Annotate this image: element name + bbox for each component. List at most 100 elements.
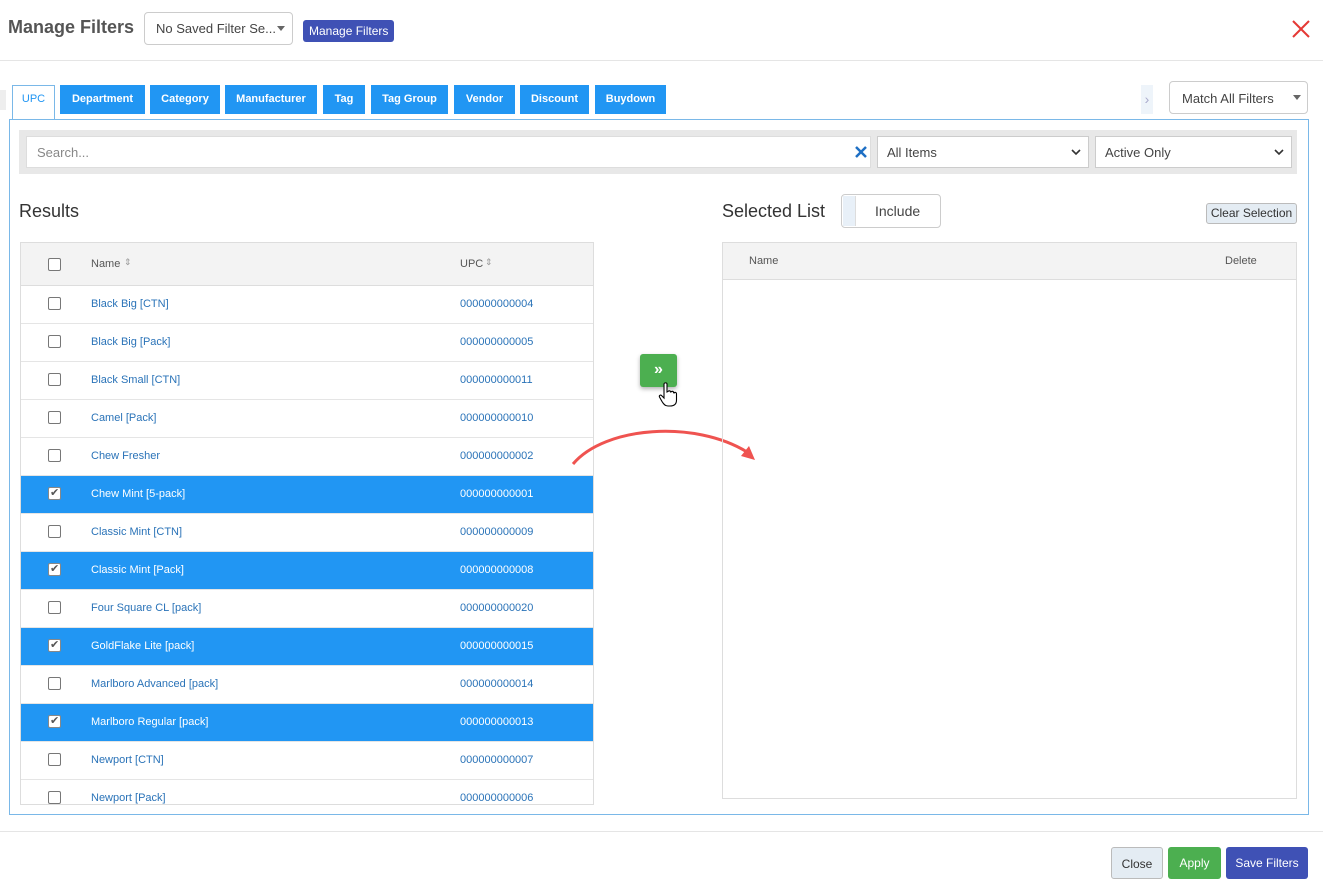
tab-tag-group[interactable]: Tag Group [371,85,448,114]
row-checkbox[interactable] [48,297,61,310]
include-exclude-toggle[interactable]: Include [841,194,941,228]
tab-vendor[interactable]: Vendor [454,85,515,114]
row-name[interactable]: Chew Fresher [91,450,160,462]
column-header-delete: Delete [1225,255,1257,267]
tabs-scroll-left[interactable] [0,90,6,110]
clear-search-icon[interactable] [853,144,869,160]
row-checkbox[interactable] [48,753,61,766]
row-upc[interactable]: 000000000014 [460,678,533,690]
selected-list-title: Selected List [722,201,826,221]
row-checkbox[interactable] [48,525,61,538]
row-upc[interactable]: 000000000006 [460,792,533,804]
selected-list-header: Name Delete [723,243,1296,280]
row-upc[interactable]: 000000000013 [460,716,533,728]
row-name[interactable]: Newport [Pack] [91,792,166,804]
tab-manufacturer[interactable]: Manufacturer [225,85,317,114]
row-checkbox[interactable] [48,449,61,462]
table-row[interactable]: Black Big [Pack] 000000000005 [21,324,593,362]
table-row[interactable]: Newport [Pack] 000000000006 [21,780,593,804]
search-placeholder: Search... [37,145,90,160]
table-row[interactable]: ✔ Marlboro Regular [pack] 000000000013 [21,704,593,742]
row-name[interactable]: Marlboro Regular [pack] [91,716,208,728]
table-row[interactable]: Newport [CTN] 000000000007 [21,742,593,780]
close-icon[interactable] [1290,18,1312,40]
items-filter-value: All Items [887,145,937,160]
sort-icon[interactable]: ⇕ [124,257,132,268]
row-name[interactable]: Black Big [CTN] [91,298,169,310]
row-checkbox[interactable]: ✔ [48,715,61,728]
apply-button[interactable]: Apply [1168,847,1221,879]
table-row[interactable]: ✔ Chew Mint [5-pack] 000000000001 [21,476,593,514]
row-checkbox[interactable] [48,373,61,386]
row-upc[interactable]: 000000000002 [460,450,533,462]
checkmark-icon: ✔ [50,563,60,575]
row-upc[interactable]: 000000000020 [460,602,533,614]
tab-upc[interactable]: UPC [12,85,55,120]
clear-selection-button[interactable]: Clear Selection [1206,203,1297,224]
row-name[interactable]: Classic Mint [CTN] [91,526,182,538]
manage-filters-button[interactable]: Manage Filters [303,20,395,42]
table-row[interactable]: Chew Fresher 000000000002 [21,438,593,476]
row-checkbox[interactable] [48,677,61,690]
row-name[interactable]: Chew Mint [5-pack] [91,488,185,500]
row-upc[interactable]: 000000000004 [460,298,533,310]
row-name[interactable]: Black Small [CTN] [91,374,180,386]
row-upc[interactable]: 000000000008 [460,564,533,576]
row-checkbox[interactable] [48,601,61,614]
tab-discount[interactable]: Discount [520,85,589,114]
results-table-header: Name ⇕ UPC ⇕ [21,243,593,286]
search-input[interactable]: Search... [26,136,871,168]
row-upc[interactable]: 000000000015 [460,640,533,652]
row-name[interactable]: Classic Mint [Pack] [91,564,184,576]
caret-down-icon [1293,95,1301,100]
row-upc[interactable]: 000000000010 [460,412,533,424]
table-row[interactable]: Camel [Pack] 000000000010 [21,400,593,438]
sort-icon[interactable]: ⇕ [485,257,493,268]
checkmark-icon: ✔ [50,715,60,727]
table-row[interactable]: ✔ GoldFlake Lite [pack] 000000000015 [21,628,593,666]
row-checkbox[interactable]: ✔ [48,563,61,576]
column-header-name[interactable]: Name [91,258,120,270]
row-upc[interactable]: 000000000005 [460,336,533,348]
row-checkbox[interactable] [48,411,61,424]
close-button[interactable]: Close [1111,847,1163,879]
row-name[interactable]: Marlboro Advanced [pack] [91,678,218,690]
toggle-label: Include [875,203,921,219]
status-filter-select[interactable]: Active Only [1095,136,1292,168]
row-name[interactable]: Black Big [Pack] [91,336,170,348]
row-checkbox[interactable]: ✔ [48,639,61,652]
toggle-knob [843,196,856,226]
row-checkbox[interactable]: ✔ [48,487,61,500]
tab-buydown[interactable]: Buydown [595,85,666,114]
tab-tag[interactable]: Tag [323,85,365,114]
save-filters-button[interactable]: Save Filters [1226,847,1308,879]
table-row[interactable]: Marlboro Advanced [pack] 000000000014 [21,666,593,704]
table-row[interactable]: Black Big [CTN] 000000000004 [21,286,593,324]
table-row[interactable]: Classic Mint [CTN] 000000000009 [21,514,593,552]
row-checkbox[interactable] [48,335,61,348]
modal-header: Manage Filters No Saved Filter Se... Man… [0,0,1323,61]
column-header-upc[interactable]: UPC [460,258,483,270]
chevron-down-icon [1071,149,1081,156]
tab-department[interactable]: Department [60,85,145,114]
row-name[interactable]: Newport [CTN] [91,754,164,766]
row-checkbox[interactable] [48,791,61,804]
table-row[interactable]: ✔ Classic Mint [Pack] 000000000008 [21,552,593,590]
row-upc[interactable]: 000000000001 [460,488,533,500]
tab-category[interactable]: Category [150,85,220,114]
row-name[interactable]: GoldFlake Lite [pack] [91,640,194,652]
match-filters-select[interactable]: Match All Filters [1169,81,1308,114]
row-upc[interactable]: 000000000009 [460,526,533,538]
table-row[interactable]: Black Small [CTN] 000000000011 [21,362,593,400]
items-filter-select[interactable]: All Items [877,136,1089,168]
row-upc[interactable]: 000000000011 [460,374,533,386]
row-name[interactable]: Four Square CL [pack] [91,602,201,614]
tabs-scroll-right[interactable]: › [1141,85,1153,114]
row-name[interactable]: Camel [Pack] [91,412,156,424]
saved-filter-value: No Saved Filter Se... [156,21,276,36]
results-title: Results [19,201,80,221]
table-row[interactable]: Four Square CL [pack] 000000000020 [21,590,593,628]
saved-filter-select[interactable]: No Saved Filter Se... [144,12,293,45]
row-upc[interactable]: 000000000007 [460,754,533,766]
select-all-checkbox[interactable] [48,258,61,271]
